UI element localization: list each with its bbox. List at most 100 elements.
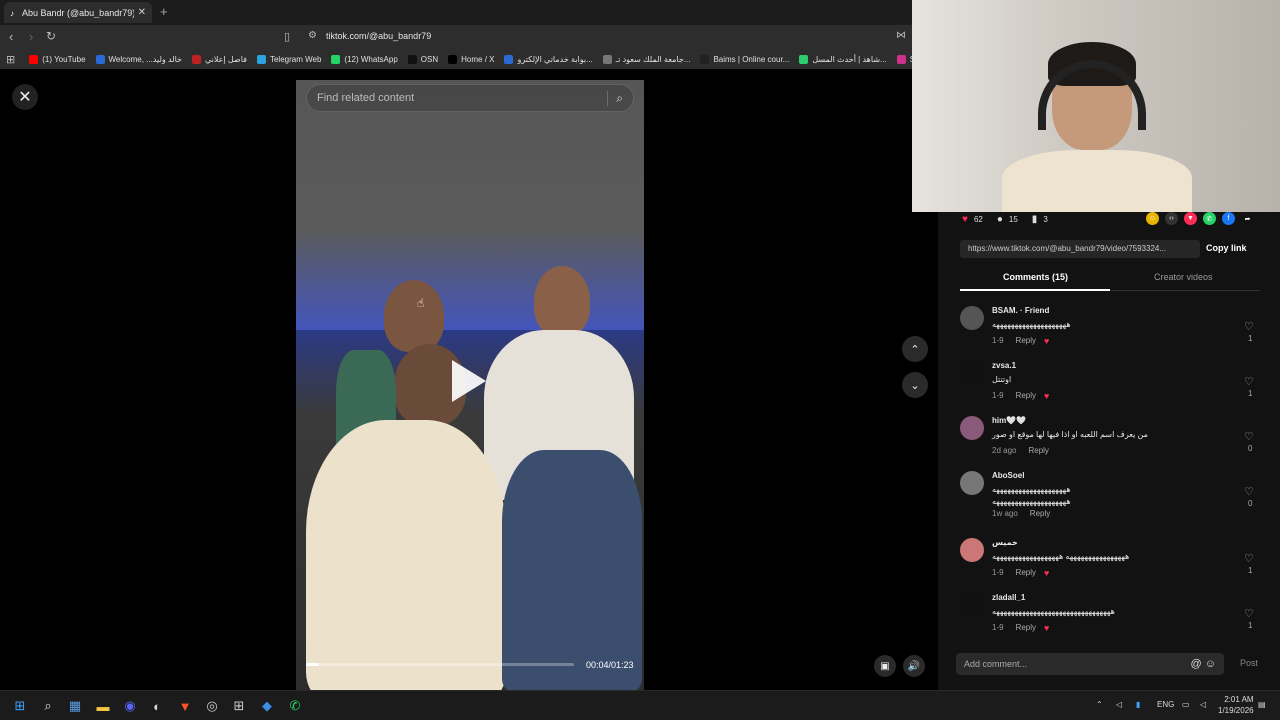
bookmark-item[interactable]: Home / X <box>448 54 494 64</box>
extension-icon[interactable]: ⋈ <box>896 30 906 41</box>
share-arrow-icon[interactable]: ➦ <box>1241 212 1254 225</box>
avatar[interactable] <box>960 361 984 385</box>
mic-icon[interactable]: ▮ <box>1136 700 1140 709</box>
play-icon[interactable] <box>452 360 486 402</box>
comment-text: ههههههههههههههههه ههههههههههههههههههه <box>992 552 1130 561</box>
bookmark-item[interactable]: OSN <box>407 54 438 64</box>
whatsapp-icon[interactable]: ✆ <box>1203 212 1216 225</box>
comment-date: 1-9 <box>992 336 1004 345</box>
video-progress-bar[interactable] <box>306 663 574 666</box>
comment-username[interactable]: AboSoel <box>992 471 1024 480</box>
panel-tabs: Comments (15) Creator videos <box>960 267 1260 291</box>
tray-chevron-icon[interactable]: ⌃ <box>1096 700 1103 709</box>
whatsapp-icon[interactable]: ✆ <box>287 698 303 714</box>
bookmark-item[interactable]: جامعة الملك سعود تـ... <box>602 54 691 64</box>
like-count[interactable]: ♥ 62 <box>962 214 983 225</box>
search-icon[interactable]: ⌕ <box>607 90 623 106</box>
site-settings-icon[interactable]: ⚙ <box>308 30 317 41</box>
webcam-overlay <box>912 0 1280 212</box>
comment-username[interactable]: BSAM. · Friend <box>992 306 1049 315</box>
reply-button[interactable]: Reply <box>1016 623 1036 633</box>
reply-button[interactable]: Reply <box>1016 336 1036 346</box>
comment-count[interactable]: ● 15 <box>997 214 1018 225</box>
bookmark-item[interactable]: شاهد | أحدث المسل... <box>799 54 887 64</box>
share-link-field[interactable]: https://www.tiktok.com/@abu_bandr79/vide… <box>960 240 1200 258</box>
brave-browser-icon[interactable]: ▼ <box>177 698 193 714</box>
mention-emoji-icons[interactable]: @ ☺ <box>1191 653 1216 675</box>
bookmark-item[interactable]: فاصل إعلاني <box>191 54 247 64</box>
avatar[interactable] <box>960 471 984 495</box>
bookmark-item[interactable]: Welcome, ...خالد وليد <box>95 54 182 64</box>
send-icon[interactable]: ▼ <box>1184 212 1197 225</box>
bookmark-item[interactable]: Telegram Web <box>256 54 321 64</box>
back-icon[interactable]: ‹ <box>9 29 13 44</box>
steam-icon[interactable]: ◐ <box>149 698 165 714</box>
avatar[interactable] <box>960 416 984 440</box>
share-row: ☺ ‹› ▼ ✆ f ➦ <box>1146 212 1254 225</box>
editor-icon[interactable]: ◆ <box>259 698 275 714</box>
volume-tray-icon[interactable]: ◁ <box>1200 700 1206 709</box>
previous-video-button[interactable]: ⌃ <box>902 336 928 362</box>
facebook-icon[interactable]: f <box>1222 212 1235 225</box>
reply-button[interactable]: Reply <box>1028 446 1048 455</box>
like-comment-icon[interactable]: ♡ <box>1244 607 1254 620</box>
url-field[interactable]: tiktok.com/@abu_bandr79 <box>326 31 431 41</box>
related-search-box[interactable]: Find related content ⌕ <box>306 84 634 112</box>
system-clock[interactable]: 2:01 AM 1/19/2026 <box>1218 694 1254 716</box>
notification-icon[interactable]: ▤ <box>1258 700 1266 709</box>
copy-link-button[interactable]: Copy link <box>1206 243 1247 253</box>
bookmark-item[interactable]: (12) WhatsApp <box>331 54 398 64</box>
pip-icon[interactable]: ▣ <box>874 655 896 677</box>
like-comment-icon[interactable]: ♡ <box>1244 430 1254 443</box>
search-icon[interactable]: ⌕ <box>40 698 56 714</box>
like-comment-icon[interactable]: ♡ <box>1244 485 1254 498</box>
windows-start-icon[interactable]: ⊞ <box>12 698 28 714</box>
comment-username[interactable]: zvsa.1 <box>992 361 1016 370</box>
speaker-icon[interactable]: ◁ <box>1116 700 1122 709</box>
comment-username[interactable]: خميس <box>992 538 1018 547</box>
reply-button[interactable]: Reply <box>1016 568 1036 578</box>
app-icon[interactable]: ◎ <box>204 698 220 714</box>
avatar[interactable] <box>960 593 984 617</box>
like-comment-icon[interactable]: ♡ <box>1244 320 1254 333</box>
like-comment-icon[interactable]: ♡ <box>1244 375 1254 388</box>
add-comment-input[interactable]: Add comment... @ ☺ <box>956 653 1224 675</box>
bookmark-favicon-icon <box>331 54 341 64</box>
photos-icon[interactable]: ▦ <box>67 698 83 714</box>
tab-comments[interactable]: Comments (15) <box>1003 272 1068 282</box>
bookmark-label: جامعة الملك سعود تـ... <box>615 54 691 64</box>
reload-icon[interactable]: ↻ <box>46 29 56 43</box>
language-indicator[interactable]: ENG <box>1157 700 1174 709</box>
volume-icon[interactable]: 🔊 <box>903 655 925 677</box>
bookmark-icon[interactable]: ▯ <box>284 30 290 43</box>
close-video-button[interactable]: ✕ <box>12 84 38 110</box>
emoji-share-icon[interactable]: ☺ <box>1146 212 1159 225</box>
file-explorer-icon[interactable]: ▬ <box>95 698 111 714</box>
discord-icon[interactable]: ◉ <box>122 698 138 714</box>
network-icon[interactable]: ▭ <box>1182 700 1190 709</box>
avatar[interactable] <box>960 306 984 330</box>
comment-username[interactable]: him🤍🤍 <box>992 416 1026 425</box>
browser-tab[interactable]: ♪ Abu Bandr (@abu_bandr79) | ✕ <box>4 2 152 23</box>
reply-button[interactable]: Reply <box>1030 509 1050 518</box>
avatar[interactable] <box>960 538 984 562</box>
reply-button[interactable]: Reply <box>1016 391 1036 401</box>
app-grid-icon[interactable]: ⊞ <box>231 698 247 714</box>
apps-grid-icon[interactable]: ⊞ <box>6 53 15 66</box>
video-background <box>296 80 644 330</box>
post-button[interactable]: Post <box>1240 658 1258 668</box>
new-tab-icon[interactable]: + <box>160 4 168 19</box>
next-video-button[interactable]: ⌄ <box>902 372 928 398</box>
bookmark-item[interactable]: Seec <box>896 54 912 64</box>
tab-creator-videos[interactable]: Creator videos <box>1154 272 1213 282</box>
comment-username[interactable]: zladall_1 <box>992 593 1025 602</box>
bookmark-item[interactable]: بوابة خدماتي الإلكترو... <box>504 54 593 64</box>
bookmark-item[interactable]: (1) YouTube <box>29 54 86 64</box>
forward-icon[interactable]: › <box>29 29 33 44</box>
bookmark-item[interactable]: Baims | Online cour... <box>700 54 789 64</box>
embed-icon[interactable]: ‹› <box>1165 212 1178 225</box>
close-tab-icon[interactable]: ✕ <box>138 7 146 18</box>
comment-like-count: 0 <box>1248 499 1253 508</box>
like-comment-icon[interactable]: ♡ <box>1244 552 1254 565</box>
save-count[interactable]: ▮ 3 <box>1032 214 1048 225</box>
